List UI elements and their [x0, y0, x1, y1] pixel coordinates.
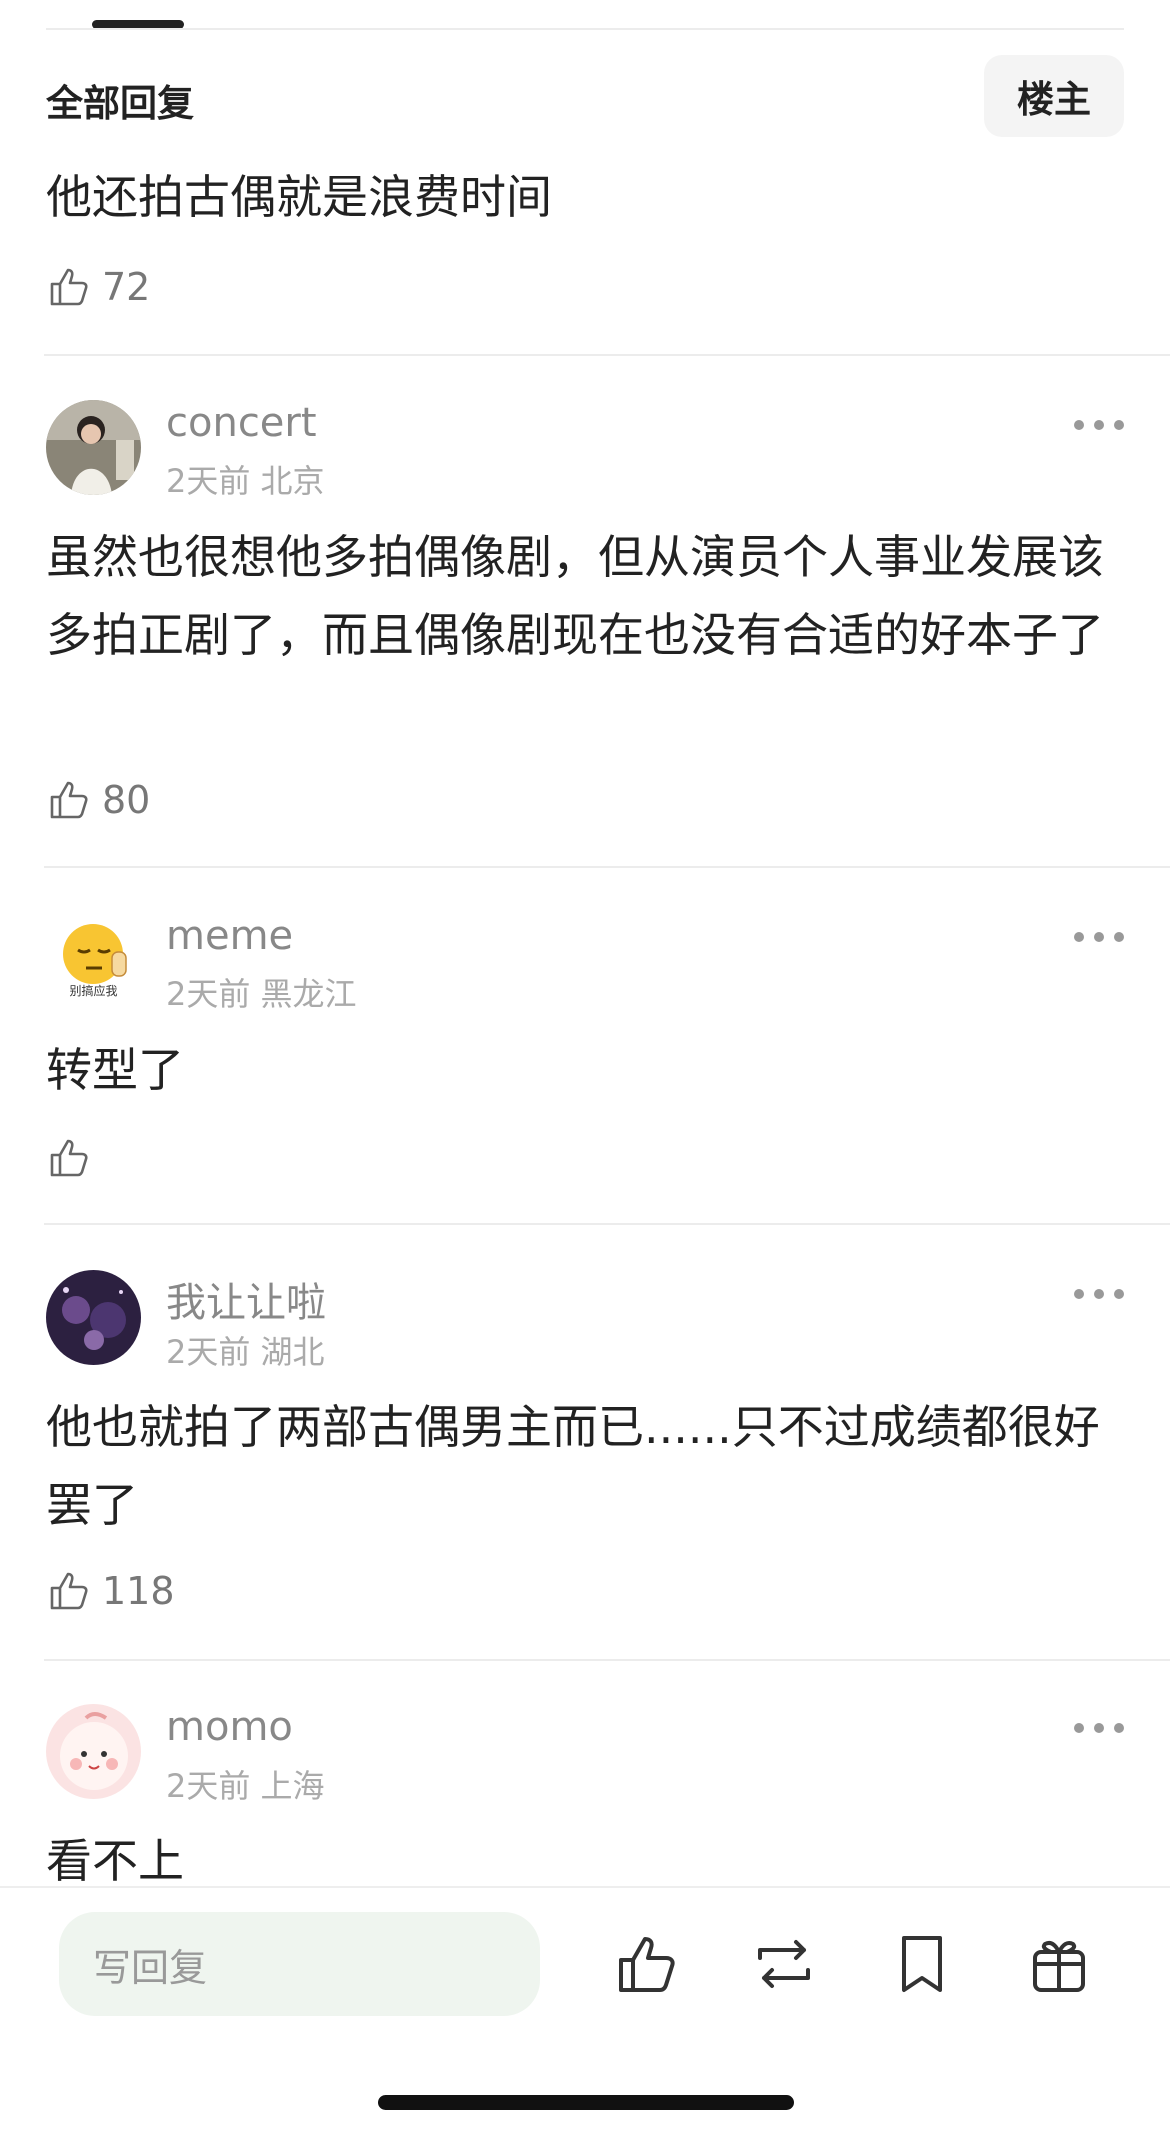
comment-meta: 2天前 湖北	[166, 1327, 325, 1373]
top-divider	[46, 28, 1124, 30]
like-button[interactable]	[46, 1128, 102, 1188]
more-dots-icon	[1074, 420, 1084, 430]
repost-icon[interactable]	[748, 1928, 820, 2000]
more-options-button[interactable]	[1074, 1718, 1124, 1738]
comment-meta: 2天前 黑龙江	[166, 969, 357, 1015]
comment-time: 2天前	[166, 462, 251, 500]
thumb-up-icon[interactable]	[612, 1928, 684, 2000]
thumb-up-icon	[50, 268, 88, 306]
divider	[44, 1223, 1170, 1225]
more-dots-icon	[1074, 1289, 1084, 1299]
avatar[interactable]	[46, 1270, 141, 1365]
comment-location: 北京	[260, 462, 325, 500]
like-button[interactable]: 118	[46, 1561, 175, 1621]
all-replies-title: 全部回复	[46, 82, 194, 125]
comment-text: 虽然也很想他多拍偶像剧，但从演员个人事业发展该多拍正剧了，而且偶像剧现在也没有合…	[46, 530, 1104, 662]
thumb-up-icon	[50, 1139, 88, 1177]
like-button[interactable]: 72	[46, 257, 150, 317]
more-dots-icon	[1074, 1723, 1084, 1733]
avatar[interactable]	[46, 400, 141, 495]
thumb-up-icon	[50, 1572, 88, 1610]
replies-header: 全部回复 楼主	[46, 55, 1124, 137]
comment-meta: 2天前 上海	[166, 1761, 325, 1807]
avatar[interactable]	[46, 1704, 141, 1799]
gift-icon[interactable]	[1023, 1928, 1095, 2000]
comment-text: 他也就拍了两部古偶男主而已......只不过成绩都很好罢了	[46, 1400, 1100, 1532]
divider	[44, 354, 1170, 356]
username[interactable]: 我让让啦	[166, 1270, 326, 1328]
like-count: 72	[102, 265, 151, 309]
comment-time: 2天前	[166, 1767, 251, 1805]
comment-text: 他还拍古偶就是浪费时间	[46, 170, 552, 224]
home-indicator	[378, 2095, 794, 2110]
bookmark-icon[interactable]	[886, 1928, 958, 2000]
divider	[44, 866, 1170, 868]
like-count: 118	[102, 1569, 175, 1613]
username[interactable]: momo	[166, 1704, 293, 1750]
username[interactable]: concert	[166, 400, 317, 446]
more-options-button[interactable]	[1074, 927, 1124, 947]
comment-meta: 2天前 北京	[166, 456, 325, 502]
comment-time: 2天前	[166, 1333, 251, 1371]
more-options-button[interactable]	[1074, 415, 1124, 435]
more-options-button[interactable]	[1074, 1284, 1124, 1304]
reply-input[interactable]: 写回复	[59, 1912, 540, 2016]
avatar-caption: 别搞应我	[69, 984, 118, 998]
thumb-up-icon	[50, 781, 88, 819]
comment-location: 上海	[260, 1767, 325, 1805]
like-count: 80	[102, 778, 151, 822]
comment-text: 转型了	[46, 1043, 184, 1097]
comment-time: 2天前	[166, 975, 251, 1013]
op-only-button[interactable]: 楼主	[984, 55, 1124, 137]
username[interactable]: meme	[166, 913, 293, 959]
more-dots-icon	[1074, 932, 1084, 942]
divider	[44, 1659, 1170, 1661]
comment-location: 黑龙江	[260, 975, 357, 1013]
comment-location: 湖北	[260, 1333, 325, 1371]
like-button[interactable]: 80	[46, 770, 150, 830]
avatar[interactable]: 别搞应我	[46, 912, 141, 1007]
